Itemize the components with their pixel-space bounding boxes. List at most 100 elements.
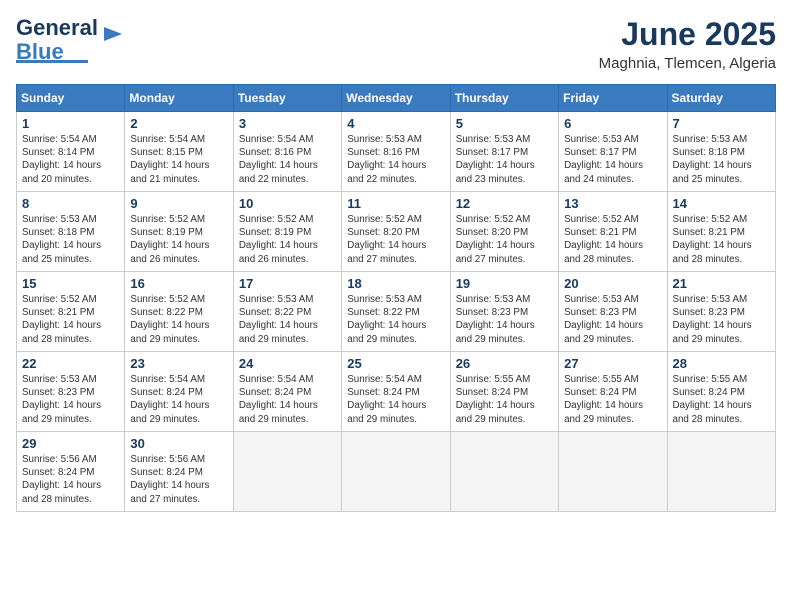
cell-info: Sunrise: 5:52 AMSunset: 8:20 PMDaylight:… <box>347 213 444 266</box>
header-row: SundayMondayTuesdayWednesdayThursdayFrid… <box>17 85 776 112</box>
day-number: 8 <box>22 196 119 211</box>
day-cell: 14 Sunrise: 5:52 AMSunset: 8:21 PMDayligh… <box>667 192 775 272</box>
day-cell: 29Sunrise: 5:56 AMSunset: 8:24 PMDayligh… <box>17 432 125 512</box>
header-wednesday: Wednesday <box>342 85 450 112</box>
cell-info: Sunrise: 5:53 AMSunset: 8:17 PMDaylight:… <box>456 133 553 186</box>
day-cell: 27 Sunrise: 5:55 AMSunset: 8:24 PMDayligh… <box>559 352 667 432</box>
day-number: 18 <box>347 276 444 291</box>
cell-info: Sunrise: 5:53 AMSunset: 8:17 PMDaylight:… <box>564 133 661 186</box>
day-number: 2 <box>130 116 227 131</box>
logo: GeneralBlue <box>16 16 124 63</box>
cell-info: Sunrise: 5:52 AMSunset: 8:20 PMDaylight:… <box>456 213 553 266</box>
day-cell: 23Sunrise: 5:54 AMSunset: 8:24 PMDayligh… <box>125 352 233 432</box>
day-cell: 12Sunrise: 5:52 AMSunset: 8:20 PMDayligh… <box>450 192 558 272</box>
day-cell: 21 Sunrise: 5:53 AMSunset: 8:23 PMDayligh… <box>667 272 775 352</box>
day-number: 6 <box>564 116 661 131</box>
cell-info: Sunrise: 5:52 AMSunset: 8:22 PMDaylight:… <box>130 293 227 346</box>
cell-info: Sunrise: 5:52 AMSunset: 8:21 PMDaylight:… <box>22 293 119 346</box>
day-cell: 25 Sunrise: 5:54 AMSunset: 8:24 PMDayligh… <box>342 352 450 432</box>
day-cell: 28 Sunrise: 5:55 AMSunset: 8:24 PMDayligh… <box>667 352 775 432</box>
day-number: 26 <box>456 356 553 371</box>
week-row-5: 29 Sunrise: 5:56 AMSunset: 8:24 PMDayligh… <box>17 432 776 512</box>
day-cell: 7 Sunrise: 5:53 AMSunset: 8:18 PMDaylight… <box>667 112 775 192</box>
day-cell: 9Sunrise: 5:52 AMSunset: 8:19 PMDaylight… <box>125 192 233 272</box>
day-cell: 22 Sunrise: 5:53 AMSunset: 8:23 PMDayligh… <box>17 352 125 432</box>
day-cell <box>559 432 667 512</box>
day-number: 25 <box>347 356 444 371</box>
day-cell: 24Sunrise: 5:54 AMSunset: 8:24 PMDayligh… <box>233 352 341 432</box>
week-row-2: 8Sunrise: 5:53 AMSunset: 8:18 PMDaylight… <box>17 192 776 272</box>
day-cell: 30 Sunrise: 5:56 AMSunset: 8:24 PMDayligh… <box>125 432 233 512</box>
day-number: 7 <box>673 116 770 131</box>
cell-info: Sunrise: 5:52 AMSunset: 8:19 PMDaylight:… <box>130 213 227 266</box>
day-number: 30 <box>130 436 227 451</box>
day-number: 3 <box>239 116 336 131</box>
cell-info: Sunrise: 5:55 AMSunset: 8:24 PMDaylight:… <box>673 373 770 426</box>
cell-info: Sunrise: 5:52 AMSunset: 8:19 PMDaylight:… <box>239 213 336 266</box>
header-monday: Monday <box>125 85 233 112</box>
week-row-3: 15 Sunrise: 5:52 AMSunset: 8:21 PMDayligh… <box>17 272 776 352</box>
day-number: 27 <box>564 356 661 371</box>
day-cell: 3 Sunrise: 5:54 AMSunset: 8:16 PMDaylight… <box>233 112 341 192</box>
day-cell: 16 Sunrise: 5:52 AMSunset: 8:22 PMDayligh… <box>125 272 233 352</box>
cell-info: Sunrise: 5:56 AMSunset: 8:24 PMDaylight:… <box>130 453 227 506</box>
day-number: 28 <box>673 356 770 371</box>
day-cell <box>233 432 341 512</box>
day-number: 20 <box>564 276 661 291</box>
cell-info: Sunrise: 5:52 AMSunset: 8:21 PMDaylight:… <box>673 213 770 266</box>
cell-info: Sunrise: 5:53 AMSunset: 8:22 PMDaylight:… <box>239 293 336 346</box>
day-number: 17 <box>239 276 336 291</box>
day-number: 21 <box>673 276 770 291</box>
cell-info: Sunrise: 5:53 AMSunset: 8:23 PMDaylight:… <box>673 293 770 346</box>
cell-info: Sunrise: 5:55 AMSunset: 8:24 PMDaylight:… <box>564 373 661 426</box>
header-tuesday: Tuesday <box>233 85 341 112</box>
day-number: 29 <box>22 436 119 451</box>
day-cell: 20Sunrise: 5:53 AMSunset: 8:23 PMDayligh… <box>559 272 667 352</box>
day-cell: 4Sunrise: 5:53 AMSunset: 8:16 PMDaylight… <box>342 112 450 192</box>
logo-text: GeneralBlue <box>16 16 98 64</box>
day-number: 1 <box>22 116 119 131</box>
header-thursday: Thursday <box>450 85 558 112</box>
week-row-4: 22 Sunrise: 5:53 AMSunset: 8:23 PMDayligh… <box>17 352 776 432</box>
day-number: 16 <box>130 276 227 291</box>
cell-info: Sunrise: 5:54 AMSunset: 8:14 PMDaylight:… <box>22 133 119 186</box>
week-row-1: 1 Sunrise: 5:54 AMSunset: 8:14 PMDaylight… <box>17 112 776 192</box>
cell-info: Sunrise: 5:54 AMSunset: 8:16 PMDaylight:… <box>239 133 336 186</box>
cell-info: Sunrise: 5:54 AMSunset: 8:15 PMDaylight:… <box>130 133 227 186</box>
day-cell: 5Sunrise: 5:53 AMSunset: 8:17 PMDaylight… <box>450 112 558 192</box>
day-cell: 15 Sunrise: 5:52 AMSunset: 8:21 PMDayligh… <box>17 272 125 352</box>
cell-info: Sunrise: 5:54 AMSunset: 8:24 PMDaylight:… <box>347 373 444 426</box>
logo-underline <box>16 60 88 63</box>
header-saturday: Saturday <box>667 85 775 112</box>
day-cell: 13 Sunrise: 5:52 AMSunset: 8:21 PMDayligh… <box>559 192 667 272</box>
calendar-table: SundayMondayTuesdayWednesdayThursdayFrid… <box>16 84 776 512</box>
day-cell: 2 Sunrise: 5:54 AMSunset: 8:15 PMDaylight… <box>125 112 233 192</box>
location-title: Maghnia, Tlemcen, Algeria <box>599 55 776 72</box>
logo-arrow-icon <box>102 23 124 45</box>
cell-info: Sunrise: 5:53 AMSunset: 8:23 PMDaylight:… <box>22 373 119 426</box>
day-number: 14 <box>673 196 770 211</box>
cell-info: Sunrise: 5:53 AMSunset: 8:23 PMDaylight:… <box>456 293 553 346</box>
day-number: 15 <box>22 276 119 291</box>
day-cell: 6 Sunrise: 5:53 AMSunset: 8:17 PMDaylight… <box>559 112 667 192</box>
day-cell <box>342 432 450 512</box>
cell-info: Sunrise: 5:53 AMSunset: 8:22 PMDaylight:… <box>347 293 444 346</box>
cell-info: Sunrise: 5:55 AMSunset: 8:24 PMDaylight:… <box>456 373 553 426</box>
cell-info: Sunrise: 5:53 AMSunset: 8:18 PMDaylight:… <box>673 133 770 186</box>
cell-info: Sunrise: 5:53 AMSunset: 8:16 PMDaylight:… <box>347 133 444 186</box>
day-number: 19 <box>456 276 553 291</box>
cell-info: Sunrise: 5:52 AMSunset: 8:21 PMDaylight:… <box>564 213 661 266</box>
title-block: June 2025 Maghnia, Tlemcen, Algeria <box>599 16 776 72</box>
day-cell: 11Sunrise: 5:52 AMSunset: 8:20 PMDayligh… <box>342 192 450 272</box>
day-number: 13 <box>564 196 661 211</box>
day-cell <box>450 432 558 512</box>
day-cell: 17 Sunrise: 5:53 AMSunset: 8:22 PMDayligh… <box>233 272 341 352</box>
day-cell: 8Sunrise: 5:53 AMSunset: 8:18 PMDaylight… <box>17 192 125 272</box>
day-number: 22 <box>22 356 119 371</box>
header-friday: Friday <box>559 85 667 112</box>
cell-info: Sunrise: 5:54 AMSunset: 8:24 PMDaylight:… <box>130 373 227 426</box>
day-number: 24 <box>239 356 336 371</box>
day-cell: 26 Sunrise: 5:55 AMSunset: 8:24 PMDayligh… <box>450 352 558 432</box>
month-title: June 2025 <box>599 16 776 53</box>
day-cell: 19 Sunrise: 5:53 AMSunset: 8:23 PMDayligh… <box>450 272 558 352</box>
